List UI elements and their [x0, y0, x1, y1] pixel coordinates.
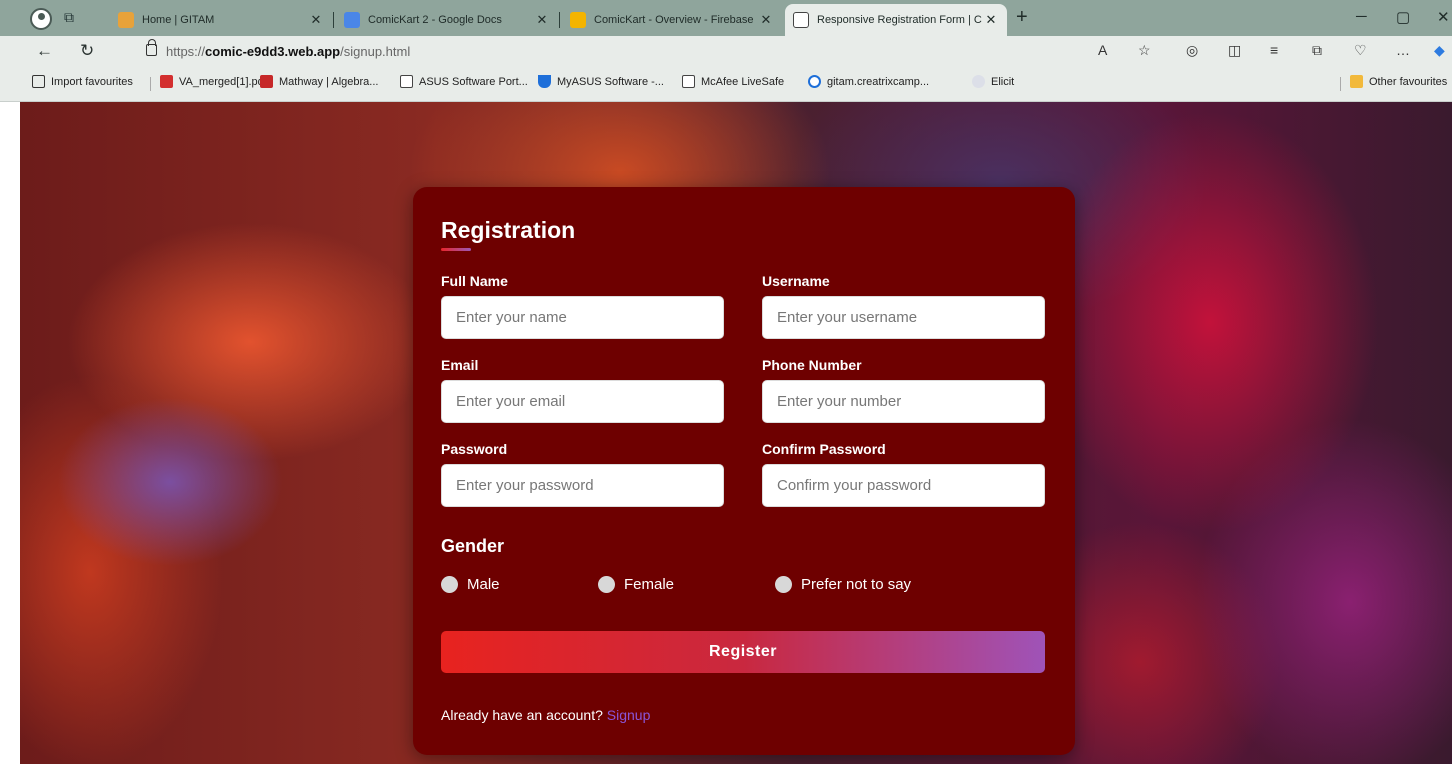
tab-separator [333, 12, 334, 28]
url-prefix: https:// [166, 44, 206, 59]
minimize-icon[interactable]: ─ [1356, 8, 1367, 25]
bookmark-separator [1340, 77, 1341, 91]
bookmark-gitam-creatrix[interactable]: gitam.creatrixcamp... [808, 75, 929, 88]
confirm-password-label: Confirm Password [762, 441, 886, 457]
extensions-icon[interactable]: ◎ [1186, 42, 1198, 59]
title-underline [441, 248, 471, 251]
radio-button[interactable] [775, 576, 792, 593]
radio-button[interactable] [598, 576, 615, 593]
tab-google-docs[interactable]: ComicKart 2 - Google Docs ✕ [336, 4, 558, 36]
tab-home-gitam[interactable]: Home | GITAM ✕ [110, 4, 332, 36]
address-bar[interactable]: https://comic-e9dd3.web.app/signup.html [166, 44, 410, 59]
gender-option-prefer-not[interactable]: Prefer not to say [775, 576, 911, 593]
url-host: comic-e9dd3.web.app [205, 44, 341, 59]
bookmark-mathway[interactable]: Mathway | Algebra... [260, 75, 378, 88]
tab-firebase[interactable]: ComicKart - Overview - Firebase ✕ [562, 4, 782, 36]
registration-card: Registration Full Name Username Email Ph… [413, 187, 1075, 755]
page-favicon-icon [793, 12, 809, 28]
browser-tabbar: ⧉ Home | GITAM ✕ ComicKart 2 - Google Do… [0, 0, 1452, 36]
page-icon [682, 75, 695, 88]
tab-close-icon[interactable]: ✕ [534, 12, 550, 28]
password-label: Password [441, 441, 508, 457]
mathway-icon [260, 75, 273, 88]
bookmark-asus-software-portal[interactable]: ASUS Software Port... [400, 75, 528, 88]
bookmarks-bar: Import favourites VA_merged[1].pdf Mathw… [0, 66, 1452, 102]
bookmark-import-favourites[interactable]: Import favourites [32, 75, 133, 88]
close-window-icon[interactable]: ✕ [1437, 8, 1450, 26]
bookmark-separator [150, 77, 151, 91]
email-label: Email [441, 357, 479, 373]
email-input[interactable] [441, 380, 724, 423]
page-left-edge [0, 102, 20, 764]
tab-separator [559, 12, 560, 28]
loading-icon [808, 75, 821, 88]
restore-icon[interactable]: ▢ [1396, 8, 1410, 26]
radio-button[interactable] [441, 576, 458, 593]
favorites-list-icon[interactable]: ≡ [1270, 42, 1278, 58]
url-path: /signup.html [340, 44, 411, 59]
bookmark-elicit[interactable]: Elicit [972, 75, 1014, 88]
tab-close-icon[interactable]: ✕ [983, 12, 999, 28]
pdf-icon [160, 75, 173, 88]
register-button[interactable]: Register [441, 631, 1045, 673]
gender-title: Gender [441, 536, 505, 556]
tab-close-icon[interactable]: ✕ [758, 12, 774, 28]
page-icon [400, 75, 413, 88]
google-docs-favicon-icon [344, 12, 360, 28]
performance-icon[interactable]: ♡ [1354, 42, 1367, 59]
gender-option-male[interactable]: Male [441, 576, 500, 593]
elicit-icon [972, 75, 985, 88]
profile-avatar-icon[interactable] [30, 8, 52, 30]
phone-label: Phone Number [762, 357, 862, 373]
confirm-password-input[interactable] [762, 464, 1045, 507]
gitam-favicon-icon [118, 12, 134, 28]
username-input[interactable] [762, 296, 1045, 339]
firebase-favicon-icon [570, 12, 586, 28]
import-icon [32, 75, 45, 88]
bookmark-va-merged[interactable]: VA_merged[1].pdf [160, 75, 267, 88]
myasus-icon [538, 75, 551, 88]
full-name-label: Full Name [441, 273, 508, 289]
browser-toolbar: ← ↻ https://comic-e9dd3.web.app/signup.h… [0, 36, 1452, 66]
copilot-icon[interactable]: ◆ [1434, 42, 1445, 59]
phone-input[interactable] [762, 380, 1045, 423]
signup-link[interactable]: Signup [607, 707, 651, 723]
full-name-input[interactable] [441, 296, 724, 339]
new-tab-button[interactable]: + [1016, 6, 1028, 29]
favorite-star-icon[interactable]: ☆ [1138, 42, 1151, 59]
tab-actions-icon[interactable]: ⧉ [64, 9, 82, 27]
gender-option-female[interactable]: Female [598, 576, 674, 593]
page-background: Registration Full Name Username Email Ph… [0, 102, 1452, 764]
form-title: Registration [441, 217, 576, 243]
lock-icon[interactable] [146, 39, 157, 56]
refresh-icon[interactable]: ↻ [80, 41, 94, 61]
password-input[interactable] [441, 464, 724, 507]
tab-registration-form[interactable]: Responsive Registration Form | C ✕ [785, 4, 1007, 36]
more-menu-icon[interactable]: … [1396, 42, 1410, 58]
split-screen-icon[interactable]: ◫ [1228, 42, 1241, 59]
bookmark-other-favourites[interactable]: Other favourites [1350, 75, 1447, 88]
back-arrow-icon[interactable]: ← [36, 41, 53, 61]
folder-icon [1350, 75, 1363, 88]
tab-close-icon[interactable]: ✕ [308, 12, 324, 28]
bookmark-mcafee[interactable]: McAfee LiveSafe [682, 75, 784, 88]
already-account-text: Already have an account? Signup [441, 707, 651, 723]
collections-icon[interactable]: ⧉ [1312, 42, 1322, 59]
username-label: Username [762, 273, 830, 289]
read-aloud-icon[interactable]: A [1098, 42, 1107, 58]
bookmark-myasus[interactable]: MyASUS Software -... [538, 75, 664, 88]
